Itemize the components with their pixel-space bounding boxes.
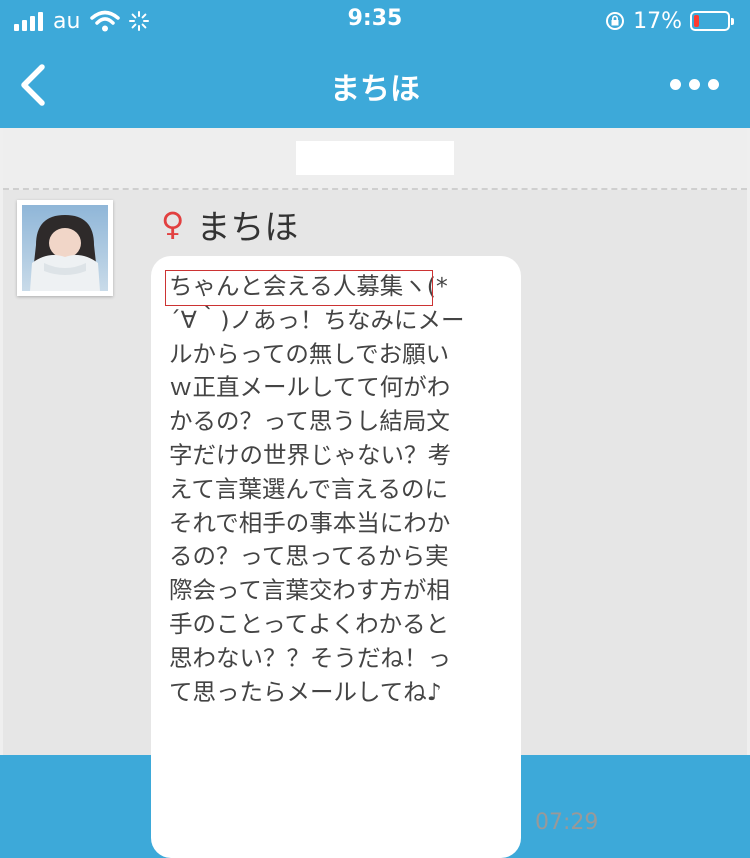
- rotation-lock-icon: [606, 12, 625, 30]
- sender-header: ♀ まちほ: [161, 204, 298, 248]
- battery-percent: 17%: [633, 8, 682, 34]
- female-symbol: ♀: [161, 205, 185, 243]
- blank-placeholder: [296, 141, 454, 175]
- message-bubble: ちゃんと会える人募集ヽ(* ´∀｀)ノあっ！ちなみにメー ルからっての無しでお願…: [151, 256, 521, 858]
- ellipsis-icon[interactable]: [670, 74, 720, 94]
- avatar-photo: [22, 205, 108, 291]
- avatar[interactable]: [17, 200, 113, 296]
- message-time: 07:29: [535, 810, 599, 835]
- status-bar: au 9:35 17%: [0, 0, 750, 44]
- sender-name: まちほ: [196, 207, 299, 248]
- message-text: ちゃんと会える人募集ヽ(* ´∀｀)ノあっ！ちなみにメー ルからっての無しでお願…: [169, 272, 465, 706]
- highlight-box: [165, 270, 433, 306]
- nav-bar: まちほ: [0, 44, 750, 128]
- status-right: 17%: [605, 8, 734, 34]
- battery-fill: [694, 15, 699, 27]
- battery-icon: [690, 11, 734, 31]
- page-title: まちほ: [330, 72, 420, 107]
- chat-area: ♀ まちほ ちゃんと会える人募集ヽ(* ´∀｀)ノあっ！ちなみにメー ルからって…: [0, 128, 750, 858]
- message-header-area: [3, 128, 747, 190]
- message-sheet: ♀ まちほ ちゃんと会える人募集ヽ(* ´∀｀)ノあっ！ちなみにメー ルからって…: [3, 128, 747, 858]
